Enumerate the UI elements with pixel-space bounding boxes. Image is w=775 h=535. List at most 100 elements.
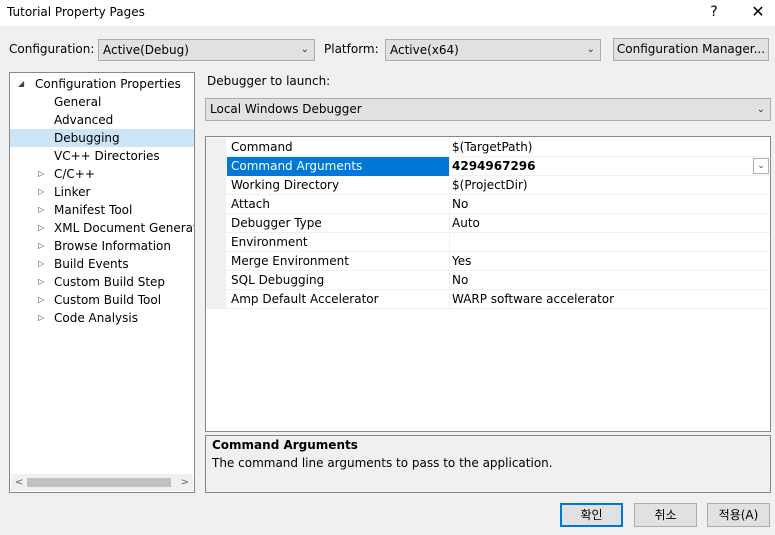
tree-item[interactable]: General — [10, 93, 194, 111]
row-gutter — [206, 195, 226, 214]
expanded-triangle-icon: ◢ — [18, 79, 25, 88]
collapsed-triangle-icon[interactable]: ▷ — [38, 183, 44, 201]
tree-item[interactable]: VC++ Directories — [10, 147, 194, 165]
configuration-value: Active(Debug) — [103, 43, 189, 57]
debugger-launch-value: Local Windows Debugger — [210, 102, 362, 116]
column-separator — [449, 290, 450, 309]
tree-item-label: Linker — [54, 185, 91, 199]
property-name: SQL Debugging — [231, 273, 325, 287]
row-gutter — [206, 214, 226, 233]
column-separator — [449, 233, 450, 252]
tree-item[interactable]: ▷ Linker — [10, 183, 194, 201]
chevron-down-icon: ⌄ — [586, 44, 595, 55]
tree-root-label: Configuration Properties — [35, 77, 181, 91]
debugger-launch-label: Debugger to launch: — [207, 74, 331, 88]
row-gutter — [206, 271, 226, 290]
window-title: Tutorial Property Pages — [7, 5, 145, 19]
tree-item-label: Custom Build Step — [54, 275, 166, 289]
column-separator — [449, 176, 450, 195]
configuration-label: Configuration: — [9, 42, 95, 56]
collapsed-triangle-icon[interactable]: ▷ — [38, 291, 44, 309]
column-separator — [449, 157, 450, 176]
property-name: Environment — [231, 235, 308, 249]
property-row[interactable]: Debugger Type Auto — [206, 214, 770, 233]
tree-item-label: XML Document Generator — [54, 221, 195, 235]
property-row[interactable]: Merge Environment Yes — [206, 252, 770, 271]
property-row[interactable]: Amp Default Accelerator WARP software acc… — [206, 290, 770, 309]
collapsed-triangle-icon[interactable]: ▷ — [38, 309, 44, 327]
property-row[interactable]: Command Arguments 4294967296 ⌄ — [206, 157, 770, 176]
collapsed-triangle-icon[interactable]: ▷ — [38, 219, 44, 237]
collapsed-triangle-icon[interactable]: ▷ — [38, 255, 44, 273]
tree-item-label: General — [54, 95, 102, 109]
tree-item[interactable]: ▷ XML Document Generator — [10, 219, 194, 237]
property-name: Working Directory — [231, 178, 340, 192]
tree-item[interactable]: Debugging — [10, 129, 194, 147]
tree-item-label: Build Events — [54, 257, 129, 271]
property-name: Command Arguments — [231, 159, 363, 173]
property-row[interactable]: SQL Debugging No — [206, 271, 770, 290]
property-value: WARP software accelerator — [452, 292, 615, 306]
chevron-down-icon: ⌄ — [300, 44, 309, 55]
row-gutter — [206, 233, 226, 252]
tree-item[interactable]: Advanced — [10, 111, 194, 129]
description-title: Command Arguments — [212, 438, 358, 452]
property-name: Amp Default Accelerator — [231, 292, 379, 306]
collapsed-triangle-icon[interactable]: ▷ — [38, 165, 44, 183]
tree-item-label: C/C++ — [54, 167, 95, 181]
tree-item-label: Advanced — [54, 113, 114, 127]
tree-item[interactable]: ▷ Manifest Tool — [10, 201, 194, 219]
property-value: Yes — [452, 254, 472, 268]
tree-item[interactable]: ▷ Custom Build Step — [10, 273, 194, 291]
configuration-select[interactable]: Active(Debug) ⌄ — [98, 39, 315, 61]
property-name: Attach — [231, 197, 270, 211]
tree-item-label: VC++ Directories — [54, 149, 160, 163]
ok-button[interactable]: 확인 — [560, 503, 623, 527]
property-name: Command — [231, 140, 293, 154]
tree-root-configuration-properties[interactable]: ◢ Configuration Properties — [10, 75, 194, 93]
tree-item[interactable]: ▷ Browse Information — [10, 237, 194, 255]
value-dropdown-chevron-icon[interactable]: ⌄ — [753, 158, 769, 174]
tree-item[interactable]: ▷ Build Events — [10, 255, 194, 273]
tree-item[interactable]: ▷ C/C++ — [10, 165, 194, 183]
tree-item[interactable]: ▷ Code Analysis — [10, 309, 194, 327]
apply-button[interactable]: 적용(A) — [707, 503, 770, 527]
cancel-button[interactable]: 취소 — [634, 503, 697, 527]
column-separator — [449, 214, 450, 233]
scroll-right-icon[interactable]: > — [181, 474, 189, 491]
property-row[interactable]: Environment — [206, 233, 770, 252]
scroll-left-icon[interactable]: < — [15, 474, 23, 491]
property-value: $(TargetPath) — [452, 140, 533, 154]
collapsed-triangle-icon[interactable]: ▷ — [38, 201, 44, 219]
column-separator — [449, 138, 450, 157]
debugger-launch-select[interactable]: Local Windows Debugger ⌄ — [205, 98, 771, 121]
platform-select[interactable]: Active(x64) ⌄ — [385, 39, 601, 61]
property-tree[interactable]: ◢ Configuration Properties General Advanc… — [9, 72, 195, 493]
column-separator — [449, 271, 450, 290]
property-value: No — [452, 273, 469, 287]
tree-item[interactable]: ▷ Custom Build Tool — [10, 291, 194, 309]
property-grid[interactable]: Command $(TargetPath) Command Arguments 429… — [205, 136, 771, 432]
property-row[interactable]: Command $(TargetPath) — [206, 138, 770, 157]
row-gutter — [206, 176, 226, 195]
collapsed-triangle-icon[interactable]: ▷ — [38, 237, 44, 255]
help-button[interactable]: ? — [700, 0, 728, 26]
tree-item-label: Manifest Tool — [54, 203, 133, 217]
column-separator — [449, 252, 450, 271]
row-gutter — [206, 138, 226, 157]
chevron-down-icon: ⌄ — [756, 104, 765, 115]
close-button[interactable]: ✕ — [742, 0, 774, 26]
configuration-manager-button[interactable]: Configuration Manager... — [613, 38, 769, 61]
property-value: No — [452, 197, 469, 211]
property-value[interactable]: 4294967296 — [452, 157, 536, 175]
platform-value: Active(x64) — [390, 43, 459, 57]
scrollbar-thumb[interactable] — [27, 478, 171, 487]
property-row[interactable]: Attach No — [206, 195, 770, 214]
description-pane: Command Arguments The command line argum… — [205, 435, 771, 493]
property-row[interactable]: Working Directory $(ProjectDir) — [206, 176, 770, 195]
row-gutter — [206, 252, 226, 271]
horizontal-scrollbar[interactable]: < > — [11, 474, 193, 491]
tree-item-label: Code Analysis — [54, 311, 138, 325]
collapsed-triangle-icon[interactable]: ▷ — [38, 273, 44, 291]
row-gutter — [206, 290, 226, 309]
